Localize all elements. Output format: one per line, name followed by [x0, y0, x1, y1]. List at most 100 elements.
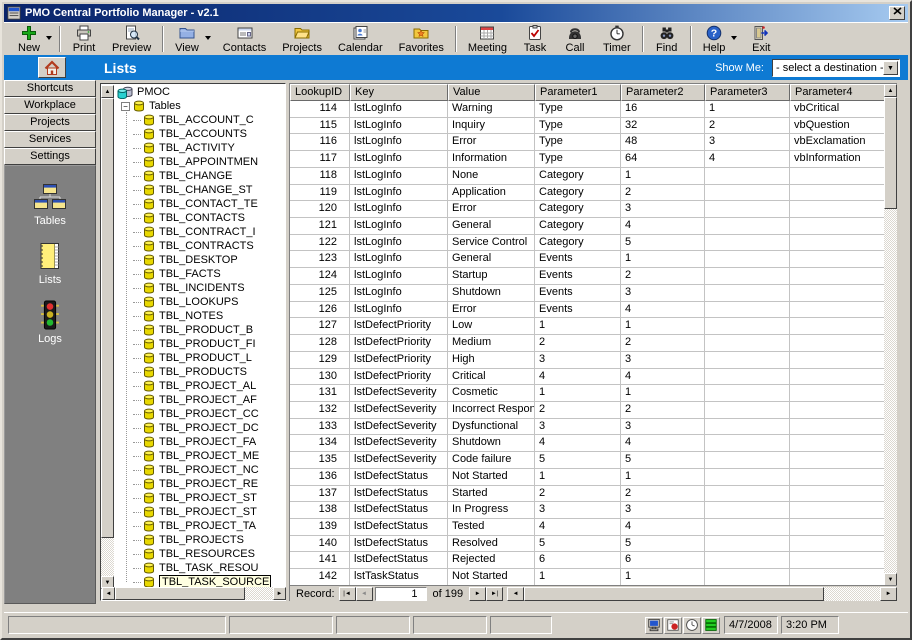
toolbar-calendar-button[interactable]: Calendar	[330, 23, 391, 55]
sidebar-bar-workplace[interactable]: Workplace	[4, 97, 96, 114]
sidebar-bar-services[interactable]: Services	[4, 131, 96, 148]
tree-node-tbl-project-nc[interactable]: TBL_PROJECT_NC	[102, 463, 271, 477]
collapse-icon[interactable]: −	[121, 101, 130, 111]
sidebar-bar-settings[interactable]: Settings	[4, 148, 96, 165]
tree-node-tbl-account-c[interactable]: TBL_ACCOUNT_C	[102, 113, 271, 127]
tree-node-tbl-change[interactable]: TBL_CHANGE	[102, 169, 271, 183]
tree-node-pmoc[interactable]: −PMOC	[102, 85, 271, 99]
toolbar-view-button[interactable]: View	[167, 23, 215, 55]
tree-node-tbl-project-cc[interactable]: TBL_PROJECT_CC	[102, 407, 271, 421]
scrollbar-thumb[interactable]	[524, 586, 825, 601]
tree-horizontal-scrollbar[interactable]: ◄ ►	[102, 587, 286, 600]
scrollbar-thumb[interactable]	[115, 587, 245, 600]
tree-node-tbl-project-me[interactable]: TBL_PROJECT_ME	[102, 449, 271, 463]
tree-vertical-scrollbar[interactable]: ▲ ▼	[101, 85, 114, 589]
table-row[interactable]: 117 lstLogInfo Information Type 64 4 vbInforma…	[290, 151, 897, 168]
toolbar-timer-button[interactable]: Timer	[595, 23, 639, 55]
tree-node-tbl-contact-te[interactable]: TBL_CONTACT_TE	[102, 197, 271, 211]
toolbar-new-button[interactable]: New	[10, 23, 56, 55]
toolbar-meeting-button[interactable]: Meeting	[460, 23, 515, 55]
table-row[interactable]: 126 lstLogInfo Error Events 4	[290, 301, 897, 319]
table-row[interactable]: 114 lstLogInfo Warning Type 16 1 vbCritical	[290, 101, 897, 118]
tree-node-tbl-project-ta[interactable]: TBL_PROJECT_TA	[102, 519, 271, 533]
tree-node-tbl-project-al[interactable]: TBL_PROJECT_AL	[102, 379, 271, 393]
dropdown-arrow-icon[interactable]: ▼	[883, 60, 898, 75]
tree-node-tbl-project-st[interactable]: TBL_PROJECT_ST	[102, 505, 271, 519]
next-record-button[interactable]: ►	[469, 586, 487, 601]
close-button[interactable]	[889, 6, 905, 20]
table-row[interactable]: 132lstDefectSeverityIncorrect Response22	[290, 401, 897, 419]
tree-node-tbl-contacts[interactable]: TBL_CONTACTS	[102, 211, 271, 225]
tree-node-tbl-project-fa[interactable]: TBL_PROJECT_FA	[102, 435, 271, 449]
toolbar-contacts-button[interactable]: Contacts	[215, 23, 274, 55]
toolbar-call-button[interactable]: Call	[555, 23, 595, 55]
table-row[interactable]: 116 lstLogInfo Error Type 48 3 vbExclamation	[290, 134, 897, 152]
tree-node-tbl-accounts[interactable]: TBL_ACCOUNTS	[102, 127, 271, 141]
tree-node-tbl-facts[interactable]: TBL_FACTS	[102, 267, 271, 281]
tree-node-tbl-appointmen[interactable]: TBL_APPOINTMEN	[102, 155, 271, 169]
tree-node-tbl-incidents[interactable]: TBL_INCIDENTS	[102, 281, 271, 295]
toolbar-projects-button[interactable]: Projects	[274, 23, 330, 55]
destination-select[interactable]: - select a destination - ▼	[772, 58, 900, 77]
table-row[interactable]: 119 lstLogInfo Application Category 2	[290, 184, 897, 202]
table-row[interactable]: 128 lstDefectPriority Medium 2 2	[290, 335, 897, 352]
tree-node-tbl-task-resou[interactable]: TBL_TASK_RESOU	[102, 561, 271, 575]
column-header-parameter4[interactable]: Parameter4	[790, 84, 885, 101]
table-row[interactable]: 133 lstDefectSeverity Dysfunctional 3 3	[290, 418, 897, 436]
column-header-parameter2[interactable]: Parameter2	[621, 84, 705, 101]
sidebar-item-logs[interactable]: Logs	[34, 300, 66, 345]
last-record-button[interactable]: ►|	[486, 586, 504, 601]
toolbar-print-button[interactable]: Print	[64, 23, 104, 55]
tree-node-tbl-product-b[interactable]: TBL_PRODUCT_B	[102, 323, 271, 337]
tree-node-tbl-product-l[interactable]: TBL_PRODUCT_L	[102, 351, 271, 365]
table-row[interactable]: 134 lstDefectSeverity Shutdown 4 4	[290, 435, 897, 453]
toolbar-favorites-button[interactable]: Favorites	[391, 23, 452, 55]
table-row[interactable]: 130 lstDefectPriority Critical 4 4	[290, 368, 897, 386]
table-row[interactable]: 136 lstDefectStatus Not Started 1 1	[290, 468, 897, 486]
scrollbar-thumb[interactable]	[884, 97, 897, 209]
sidebar-bar-shortcuts[interactable]: Shortcuts	[4, 80, 96, 97]
tree-node-tbl-products[interactable]: TBL_PRODUCTS	[102, 365, 271, 379]
toolbar-find-button[interactable]: Find	[647, 23, 687, 55]
grid-vertical-scrollbar[interactable]: ▲ ▼	[884, 84, 897, 586]
table-row[interactable]: 138 lstDefectStatus In Progress 3 3	[290, 502, 897, 519]
sidebar-bar-projects[interactable]: Projects	[4, 114, 96, 131]
tree-node-tbl-lookups[interactable]: TBL_LOOKUPS	[102, 295, 271, 309]
tree-node-tbl-project-st[interactable]: TBL_PROJECT_ST	[102, 491, 271, 505]
tree-node-tbl-project-dc[interactable]: TBL_PROJECT_DC	[102, 421, 271, 435]
column-header-lookupid[interactable]: LookupID	[290, 84, 350, 101]
sidebar-item-lists[interactable]: Lists	[34, 241, 66, 286]
table-row[interactable]: 135 lstDefectSeverity Code failure 5 5	[290, 452, 897, 469]
table-row[interactable]: 137 lstDefectStatus Started 2 2	[290, 485, 897, 503]
tree-node-tbl-contracts[interactable]: TBL_CONTRACTS	[102, 239, 271, 253]
table-row[interactable]: 141 lstDefectStatus Rejected 6 6	[290, 552, 897, 570]
tree-node-tables[interactable]: − Tables	[102, 99, 271, 113]
toolbar-task-button[interactable]: Task	[515, 23, 555, 55]
table-row[interactable]: 139 lstDefectStatus Tested 4 4	[290, 518, 897, 536]
tree-node-tbl-resources[interactable]: TBL_RESOURCES	[102, 547, 271, 561]
table-row[interactable]: 131 lstDefectSeverity Cosmetic 1 1	[290, 385, 897, 402]
scroll-left-icon[interactable]: ◄	[102, 587, 115, 600]
toolbar-help-button[interactable]: ? Help	[695, 23, 742, 55]
tree-node-tbl-notes[interactable]: TBL_NOTES	[102, 309, 271, 323]
table-row[interactable]: 121 lstLogInfo General Category 4	[290, 218, 897, 235]
column-header-key[interactable]: Key	[350, 84, 448, 101]
toolbar-exit-button[interactable]: Exit	[741, 23, 781, 55]
column-header-value[interactable]: Value	[448, 84, 535, 101]
scroll-up-icon[interactable]: ▲	[101, 85, 114, 98]
previous-record-button[interactable]: ◄	[355, 586, 373, 601]
table-row[interactable]: 140 lstDefectStatus Resolved 5 5	[290, 535, 897, 553]
scroll-right-icon[interactable]: ►	[880, 586, 897, 601]
home-button[interactable]	[38, 57, 66, 78]
toolbar-preview-button[interactable]: Preview	[104, 23, 159, 55]
tree-node-tbl-contract-i[interactable]: TBL_CONTRACT_I	[102, 225, 271, 239]
table-row[interactable]: 123 lstLogInfo General Events 1	[290, 251, 897, 269]
table-row[interactable]: 122 lstLogInfo Service Control Category 5	[290, 234, 897, 252]
tree-node-tbl-product-fi[interactable]: TBL_PRODUCT_FI	[102, 337, 271, 351]
scroll-up-icon[interactable]: ▲	[884, 84, 897, 97]
table-row[interactable]: 125 lstLogInfo Shutdown Events 3	[290, 284, 897, 302]
column-header-parameter1[interactable]: Parameter1	[535, 84, 621, 101]
table-row[interactable]: 124 lstLogInfo Startup Events 2	[290, 268, 897, 285]
dropdown-arrow-icon[interactable]	[204, 36, 211, 43]
first-record-button[interactable]: |◄	[338, 586, 356, 601]
